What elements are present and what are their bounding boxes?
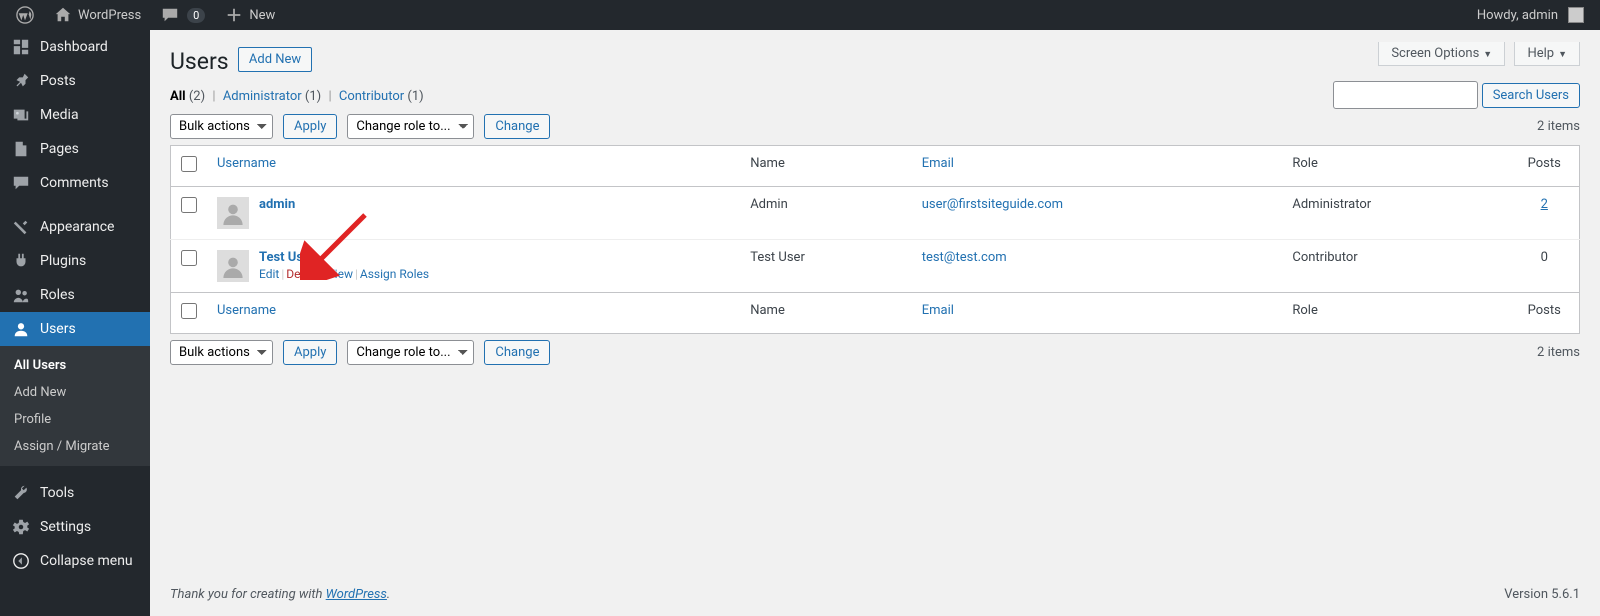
submenu-add-new[interactable]: Add New <box>0 379 150 406</box>
help-button[interactable]: Help▼ <box>1514 42 1580 66</box>
avatar-icon <box>1568 7 1584 23</box>
menu-comments[interactable]: Comments <box>0 166 150 200</box>
howdy-text: Howdy, admin <box>1477 8 1558 23</box>
col-name: Name <box>740 146 912 187</box>
col-email: Email <box>912 146 1283 187</box>
submenu-assign---migrate[interactable]: Assign / Migrate <box>0 433 150 460</box>
edit-link[interactable]: Edit <box>259 267 279 281</box>
tablenav-top: Bulk actions Apply Change role to... Cha… <box>170 114 1580 139</box>
view-link[interactable]: View <box>327 267 353 281</box>
menu-settings[interactable]: Settings <box>0 510 150 544</box>
comments-bubble[interactable]: 0 <box>153 0 213 30</box>
email-link[interactable]: test@test.com <box>922 250 1007 265</box>
page-title: Users <box>170 48 229 75</box>
menu-appearance[interactable]: Appearance <box>0 210 150 244</box>
add-new-button[interactable]: Add New <box>238 47 312 72</box>
name-cell: Admin <box>740 187 912 240</box>
filter-administrator[interactable]: Administrator <box>223 89 302 104</box>
select-all-top[interactable] <box>181 156 197 172</box>
menu-plugins[interactable]: Plugins <box>0 244 150 278</box>
users-table: Username Name Email Role Posts admin Admi… <box>170 145 1580 334</box>
role-cell: Administrator <box>1282 187 1509 240</box>
role-cell: Contributor <box>1282 240 1509 293</box>
version-text: Version 5.6.1 <box>1504 587 1580 602</box>
admin-bar: WordPress 0 New Howdy, admin <box>0 0 1600 30</box>
menu-roles[interactable]: Roles <box>0 278 150 312</box>
plus-icon <box>225 6 243 24</box>
site-home[interactable]: WordPress <box>46 0 149 30</box>
menu-media[interactable]: Media <box>0 98 150 132</box>
table-row: Test User Edit|Delete|View|Assign Roles Te… <box>171 240 1580 293</box>
select-all-bottom[interactable] <box>181 303 197 319</box>
site-name: WordPress <box>78 8 141 23</box>
home-icon <box>54 6 72 24</box>
items-count-bottom: 2 items <box>1537 345 1580 360</box>
avatar <box>217 250 249 282</box>
change-role-button[interactable]: Change <box>484 114 550 139</box>
filter-contributor[interactable]: Contributor <box>339 89 404 104</box>
search-box: Search Users <box>1333 81 1580 109</box>
wordpress-link[interactable]: WordPress <box>326 587 387 602</box>
admin-footer: Thank you for creating with WordPress. V… <box>150 573 1600 616</box>
change-role-select-bottom[interactable]: Change role to... <box>347 340 474 365</box>
username-link[interactable]: admin <box>259 197 295 212</box>
new-content[interactable]: New <box>217 0 283 30</box>
menu-posts[interactable]: Posts <box>0 64 150 98</box>
comments-count: 0 <box>187 8 205 23</box>
col-username: Username <box>207 146 740 187</box>
menu-users[interactable]: Users <box>0 312 150 346</box>
screen-options-button[interactable]: Screen Options▼ <box>1378 42 1505 66</box>
howdy-account[interactable]: Howdy, admin <box>1469 0 1592 30</box>
change-role-button-bottom[interactable]: Change <box>484 340 550 365</box>
wordpress-icon <box>16 6 34 24</box>
tablenav-bottom: Bulk actions Apply Change role to... Cha… <box>170 340 1580 365</box>
bulk-apply-button[interactable]: Apply <box>283 114 337 139</box>
users-submenu: All UsersAdd NewProfileAssign / Migrate <box>0 346 150 466</box>
email-link[interactable]: user@firstsiteguide.com <box>922 197 1063 212</box>
menu-collapse-menu[interactable]: Collapse menu <box>0 544 150 578</box>
col-role: Role <box>1282 146 1509 187</box>
wp-logo[interactable] <box>8 0 42 30</box>
avatar <box>217 197 249 229</box>
bulk-actions-select[interactable]: Bulk actions <box>170 114 273 139</box>
main-content: Screen Options▼ Help▼ Users Add New Sear… <box>150 30 1600 616</box>
name-cell: Test User <box>740 240 912 293</box>
comment-icon <box>161 6 179 24</box>
row-actions: Edit|Delete|View|Assign Roles <box>259 267 429 281</box>
change-role-select[interactable]: Change role to... <box>347 114 474 139</box>
search-input[interactable] <box>1333 81 1478 109</box>
bulk-apply-button-bottom[interactable]: Apply <box>283 340 337 365</box>
submenu-all-users[interactable]: All Users <box>0 352 150 379</box>
row-checkbox[interactable] <box>181 250 197 266</box>
row-checkbox[interactable] <box>181 197 197 213</box>
filter-all[interactable]: All <box>170 89 186 104</box>
search-users-button[interactable]: Search Users <box>1482 83 1580 108</box>
posts-count: 0 <box>1541 250 1548 265</box>
submenu-profile[interactable]: Profile <box>0 406 150 433</box>
bulk-actions-select-bottom[interactable]: Bulk actions <box>170 340 273 365</box>
delete-link[interactable]: Delete <box>286 267 320 281</box>
new-label: New <box>249 8 275 23</box>
col-posts: Posts <box>1510 146 1580 187</box>
table-row: admin Admin user@firstsiteguide.com Adminis… <box>171 187 1580 240</box>
menu-pages[interactable]: Pages <box>0 132 150 166</box>
posts-count-link[interactable]: 2 <box>1541 197 1548 212</box>
menu-tools[interactable]: Tools <box>0 476 150 510</box>
menu-dashboard[interactable]: Dashboard <box>0 30 150 64</box>
assign-roles-link[interactable]: Assign Roles <box>360 267 429 281</box>
username-link[interactable]: Test User <box>259 250 315 265</box>
items-count: 2 items <box>1537 119 1580 134</box>
admin-sidebar: DashboardPostsMediaPagesComments Appearan… <box>0 30 150 616</box>
